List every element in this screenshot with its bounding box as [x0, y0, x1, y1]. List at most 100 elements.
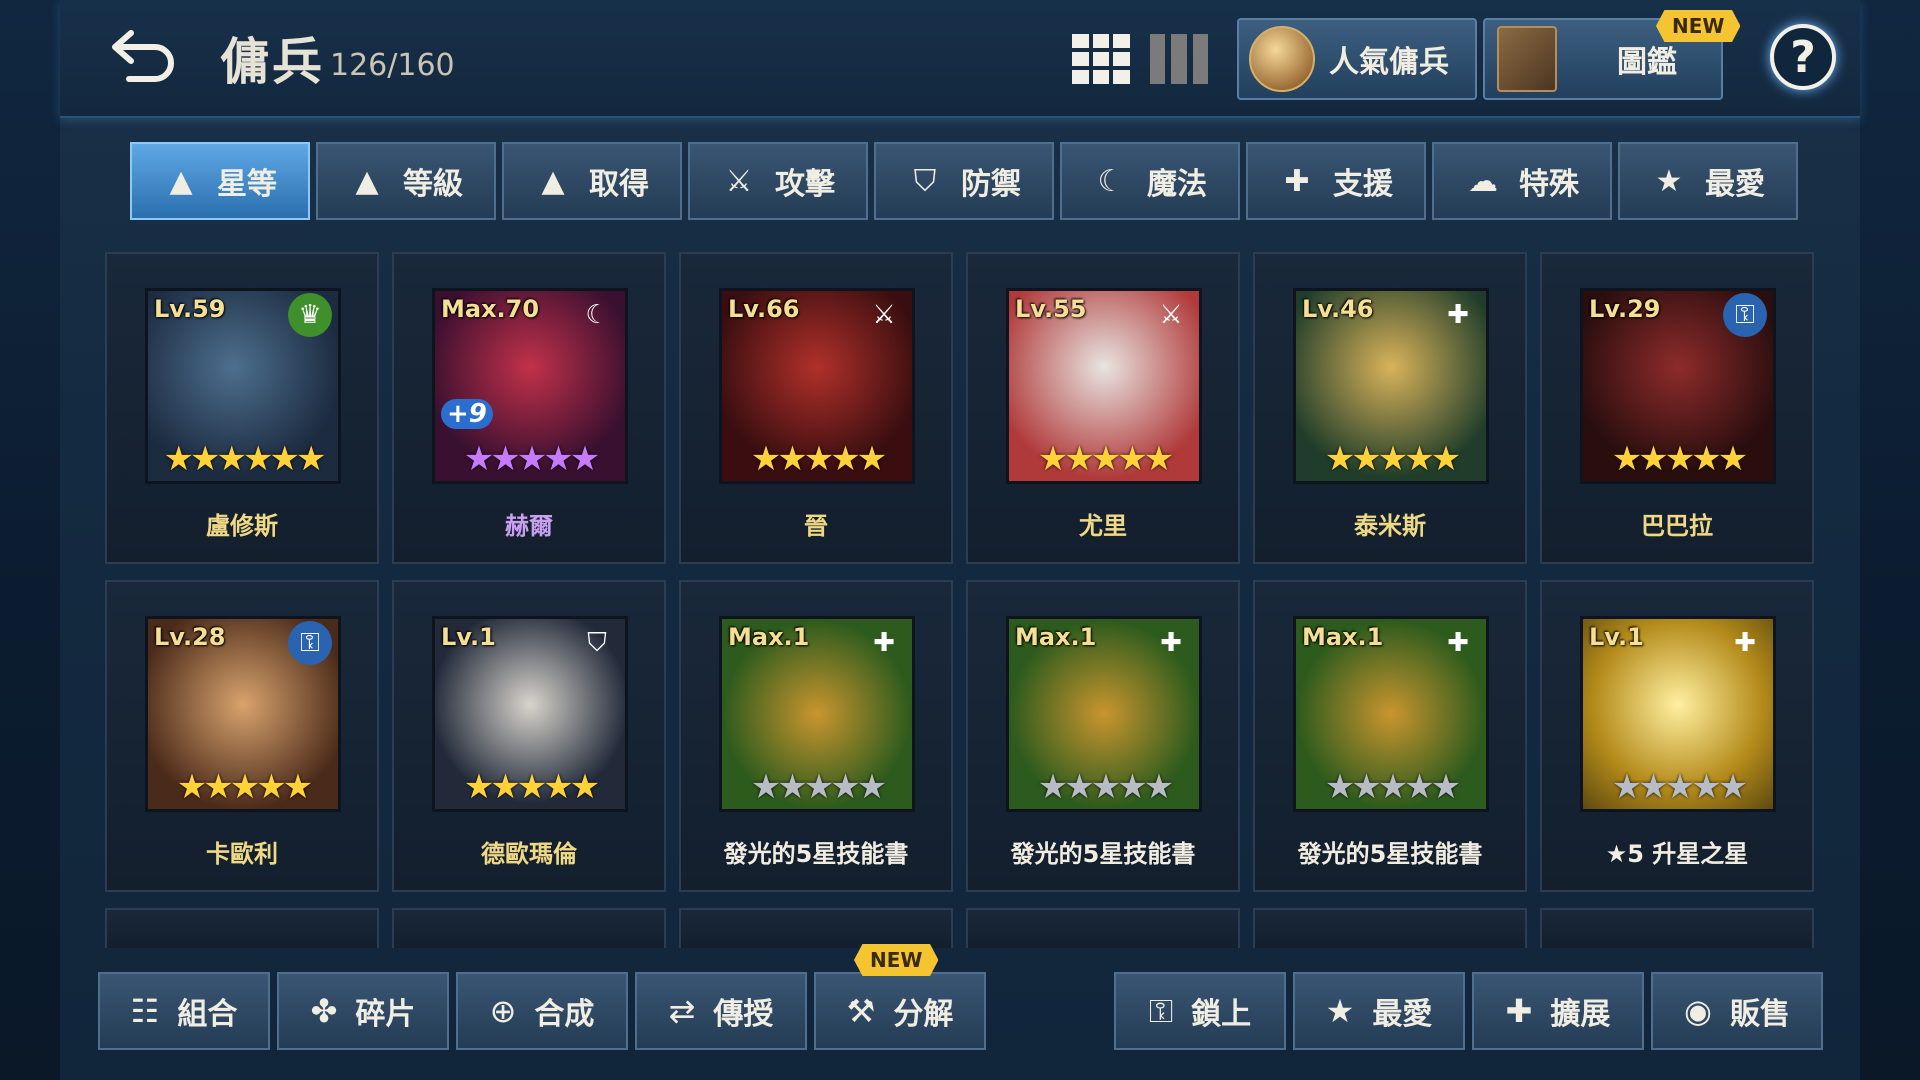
tab-sort-7[interactable]: ☁ 特殊 — [1432, 142, 1612, 220]
tab-sort-5[interactable]: ☾ 魔法 — [1060, 142, 1240, 220]
unit-portrait: Lv.1 ✚ ★★★★★ — [1580, 616, 1776, 812]
team-button[interactable]: ☷ 組合 — [98, 972, 270, 1050]
unit-name: 尤里 — [1079, 512, 1127, 540]
unit-level: Lv.55 — [1015, 295, 1087, 323]
unit-portrait: Lv.66 ⚔ ★★★★★ — [719, 288, 915, 484]
support-icon: ✚ — [1160, 628, 1182, 658]
unit-portrait: Lv.28 ⚿ ★★★★★ — [145, 616, 341, 812]
coin-button[interactable]: ◉ 販售 — [1651, 972, 1823, 1050]
lock-icon: ⚿ — [1148, 991, 1174, 1030]
unit-name: 發光的5星技能書 — [1297, 840, 1483, 868]
sword-icon: ⚔ — [725, 163, 753, 199]
unit-card-partial[interactable] — [679, 908, 953, 948]
unit-card[interactable]: Max.1 ✚ ★★★★★ 發光的5星技能書 — [679, 580, 953, 892]
puzzle-button[interactable]: ✤ 碎片 — [277, 972, 449, 1050]
tab-sort-8[interactable]: ★ 最愛 — [1618, 142, 1798, 220]
button-label: 組合 — [177, 997, 238, 1032]
unit-card-partial[interactable] — [105, 908, 379, 948]
unit-card[interactable]: Lv.55 ⚔ ★★★★★ 尤里 — [966, 252, 1240, 564]
unit-portrait: Max.1 ✚ ★★★★★ — [719, 616, 915, 812]
unit-card[interactable]: Lv.1 ✚ ★★★★★ ★5 升星之星 — [1540, 580, 1814, 892]
list-view-button[interactable] — [1150, 34, 1208, 84]
unit-card[interactable]: Lv.28 ⚿ ★★★★★ 卡歐利 — [105, 580, 379, 892]
star-rating: ★★★★★ — [463, 439, 600, 479]
arrow-up-icon: ▲ — [169, 163, 193, 199]
unit-card[interactable]: Max.1 ✚ ★★★★★ 發光的5星技能書 — [1253, 580, 1527, 892]
tab-sort-0[interactable]: ▲ 星等 — [130, 142, 310, 220]
page-title: 傭兵 — [220, 33, 324, 91]
merge-button[interactable]: ⊕ 合成 — [456, 972, 628, 1050]
tab-sort-3[interactable]: ⚔ 攻擊 — [688, 142, 868, 220]
unit-portrait: Max.1 ✚ ★★★★★ — [1006, 616, 1202, 812]
help-button[interactable]: ? — [1770, 24, 1836, 90]
unit-name: 泰米斯 — [1354, 512, 1426, 540]
tab-label: 魔法 — [1147, 167, 1207, 202]
unit-portrait: Lv.1 ⛉ ★★★★★ — [432, 616, 628, 812]
coin-icon: ◉ — [1684, 992, 1712, 1030]
unit-card-partial[interactable] — [392, 908, 666, 948]
special-icon: ☁ — [1468, 163, 1498, 199]
star-rating: ★★★★★ — [1324, 439, 1461, 479]
hammer-button[interactable]: ⚒ 分解 — [814, 972, 986, 1050]
transfer-button[interactable]: ⇄ 傳授 — [635, 972, 807, 1050]
unit-card[interactable]: Lv.1 ⛉ ★★★★★ 德歐瑪倫 — [392, 580, 666, 892]
button-label: 傳授 — [713, 997, 774, 1032]
unit-card[interactable]: Lv.29 ⚿ ★★★★★ 巴巴拉 — [1540, 252, 1814, 564]
new-badge: NEW — [1656, 10, 1741, 42]
tab-label: 等級 — [403, 167, 463, 202]
unit-card-partial[interactable] — [1540, 908, 1814, 948]
button-label: 分解 — [893, 997, 954, 1032]
unit-card-partial[interactable] — [966, 908, 1240, 948]
unit-name: 發光的5星技能書 — [723, 840, 909, 868]
button-label: 販售 — [1729, 997, 1790, 1032]
star-icon: ★ — [1655, 163, 1683, 199]
plus-button[interactable]: ✚ 擴展 — [1472, 972, 1644, 1050]
unit-name: 盧修斯 — [206, 512, 278, 540]
unit-portrait: Lv.55 ⚔ ★★★★★ — [1006, 288, 1202, 484]
hammer-icon: ⚒ — [846, 992, 876, 1030]
sword-icon: ⚔ — [872, 300, 896, 330]
unit-portrait: Max.1 ✚ ★★★★★ — [1293, 616, 1489, 812]
star-button[interactable]: ★ 最愛 — [1293, 972, 1465, 1050]
unit-name: 卡歐利 — [206, 840, 278, 868]
tab-sort-6[interactable]: ✚ 支援 — [1246, 142, 1426, 220]
unit-card[interactable]: Lv.59 ♛ ★★★★★★ 盧修斯 — [105, 252, 379, 564]
unit-card-partial[interactable] — [1253, 908, 1527, 948]
tab-label: 最愛 — [1705, 167, 1765, 202]
tab-sort-2[interactable]: ▲ 取得 — [502, 142, 682, 220]
button-label: 碎片 — [355, 997, 416, 1032]
support-icon: ✚ — [1284, 163, 1310, 199]
lock-button[interactable]: ⚿ 鎖上 — [1114, 972, 1286, 1050]
popular-mercenary-button[interactable]: 人氣傭兵 — [1237, 18, 1477, 100]
grid-view-button[interactable] — [1072, 34, 1130, 84]
unit-card[interactable]: Max.1 ✚ ★★★★★ 發光的5星技能書 — [966, 580, 1240, 892]
unit-level: Max.70 — [441, 295, 540, 323]
unit-level: Lv.66 — [728, 295, 800, 323]
tab-sort-1[interactable]: ▲ 等級 — [316, 142, 496, 220]
unit-card[interactable]: Lv.46 ✚ ★★★★★ 泰米斯 — [1253, 252, 1527, 564]
unit-card[interactable]: Lv.66 ⚔ ★★★★★ 晉 — [679, 252, 953, 564]
unit-card[interactable]: Max.70 ☾ +9 ★★★★★ 赫爾 — [392, 252, 666, 564]
unit-level: Lv.1 — [1589, 623, 1644, 651]
star-rating: ★★★★★ — [1324, 767, 1461, 807]
star-icon: ★ — [1325, 992, 1355, 1030]
tab-sort-4[interactable]: ⛉ 防禦 — [874, 142, 1054, 220]
star-rating: ★★★★★ — [1037, 439, 1174, 479]
book-icon — [1497, 26, 1557, 92]
star-rating: ★★★★★ — [1611, 767, 1748, 807]
unit-name: 巴巴拉 — [1641, 512, 1713, 540]
lock-icon: ⚿ — [288, 621, 332, 665]
unit-name: 德歐瑪倫 — [481, 840, 577, 868]
back-arrow-icon — [112, 30, 174, 82]
enhance-badge: +9 — [441, 399, 493, 429]
button-label: 最愛 — [1372, 997, 1433, 1032]
unit-grid: Lv.59 ♛ ★★★★★★ 盧修斯 Max.70 ☾ +9 ★★★★★ 赫爾 Lv.66 ⚔ ★★★… — [105, 252, 1814, 948]
crown-icon: ♛ — [288, 293, 332, 337]
shield-icon: ⛉ — [913, 163, 937, 199]
tab-label: 支援 — [1333, 167, 1393, 202]
transfer-icon: ⇄ — [668, 992, 696, 1030]
star-rating: ★★★★★ — [1037, 767, 1174, 807]
magic-icon: ☾ — [585, 300, 609, 330]
back-button[interactable] — [105, 20, 185, 90]
star-rating: ★★★★★ — [1611, 439, 1748, 479]
